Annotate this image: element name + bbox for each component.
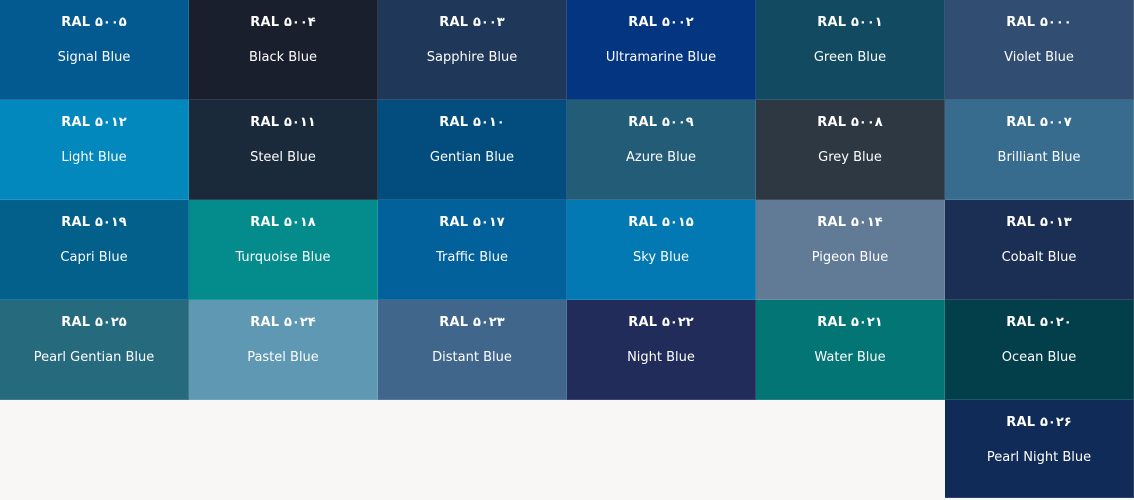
color-swatch[interactable]: RAL ۵۰۲۰ Ocean Blue — [945, 300, 1134, 400]
swatch-code: RAL ۵۰۱۵ — [628, 215, 694, 230]
color-swatch[interactable]: RAL ۵۰۰۸ Grey Blue — [756, 100, 945, 200]
swatch-name: Azure Blue — [626, 150, 696, 165]
swatch-name: Turquoise Blue — [235, 250, 331, 265]
swatch-name: Signal Blue — [57, 50, 131, 65]
swatch-code: RAL ۵۰۰۱ — [817, 15, 883, 30]
swatch-code: RAL ۵۰۲۵ — [61, 315, 127, 330]
swatch-name: Ocean Blue — [1001, 350, 1077, 365]
swatch-name: Steel Blue — [250, 150, 316, 165]
swatch-name: Pigeon Blue — [811, 250, 889, 265]
swatch-name: Light Blue — [61, 150, 127, 165]
swatch-code: RAL ۵۰۱۷ — [439, 215, 505, 230]
swatch-name: Water Blue — [814, 350, 886, 365]
swatch-code: RAL ۵۰۲۶ — [1006, 415, 1072, 430]
swatch-name: Pearl Night Blue — [986, 450, 1092, 465]
color-swatch[interactable]: RAL ۵۰۲۲ Night Blue — [567, 300, 756, 400]
swatch-code: RAL ۵۰۲۱ — [817, 315, 883, 330]
color-swatch[interactable]: RAL ۵۰۰۱ Green Blue — [756, 0, 945, 100]
swatch-name: Pearl Gentian Blue — [33, 350, 155, 365]
swatch-code: RAL ۵۰۰۳ — [439, 15, 505, 30]
swatch-name: Sapphire Blue — [426, 50, 518, 65]
swatch-code: RAL ۵۰۰۰ — [1006, 15, 1072, 30]
color-swatch[interactable]: RAL ۵۰۱۳ Cobalt Blue — [945, 200, 1134, 300]
swatch-name: Night Blue — [627, 350, 695, 365]
color-swatch[interactable]: RAL ۵۰۱۹ Capri Blue — [0, 200, 189, 300]
swatch-name: Capri Blue — [60, 250, 128, 265]
color-swatch[interactable]: RAL ۵۰۰۳ Sapphire Blue — [378, 0, 567, 100]
swatch-code: RAL ۵۰۱۸ — [250, 215, 316, 230]
ral-color-grid: RAL ۵۰۰۵ Signal Blue RAL ۵۰۰۴ Black Blue RAL… — [0, 0, 1134, 500]
swatch-code: RAL ۵۰۱۲ — [61, 115, 127, 130]
swatch-code: RAL ۵۰۰۹ — [628, 115, 694, 130]
color-swatch[interactable]: RAL ۵۰۲۳ Distant Blue — [378, 300, 567, 400]
color-swatch[interactable]: RAL ۵۰۱۰ Gentian Blue — [378, 100, 567, 200]
color-swatch[interactable]: RAL ۵۰۰۲ Ultramarine Blue — [567, 0, 756, 100]
swatch-code: RAL ۵۰۱۱ — [250, 115, 316, 130]
color-swatch[interactable]: RAL ۵۰۰۷ Brilliant Blue — [945, 100, 1134, 200]
swatch-name: Grey Blue — [818, 150, 882, 165]
color-swatch[interactable]: RAL ۵۰۱۲ Light Blue — [0, 100, 189, 200]
color-swatch[interactable]: RAL ۵۰۰۰ Violet Blue — [945, 0, 1134, 100]
swatch-code: RAL ۵۰۰۴ — [250, 15, 316, 30]
swatch-code: RAL ۵۰۲۰ — [1006, 315, 1072, 330]
color-swatch[interactable]: RAL ۵۰۱۵ Sky Blue — [567, 200, 756, 300]
color-swatch[interactable]: RAL ۵۰۲۶ Pearl Night Blue — [945, 400, 1134, 498]
color-swatch[interactable]: RAL ۵۰۰۴ Black Blue — [189, 0, 378, 100]
swatch-name: Gentian Blue — [429, 150, 515, 165]
swatch-name: Ultramarine Blue — [605, 50, 717, 65]
color-swatch[interactable]: RAL ۵۰۲۴ Pastel Blue — [189, 300, 378, 400]
color-swatch[interactable]: RAL ۵۰۱۸ Turquoise Blue — [189, 200, 378, 300]
swatch-code: RAL ۵۰۲۲ — [628, 315, 694, 330]
color-swatch[interactable]: RAL ۵۰۲۵ Pearl Gentian Blue — [0, 300, 189, 400]
swatch-code: RAL ۵۰۱۰ — [439, 115, 505, 130]
color-swatch[interactable]: RAL ۵۰۰۹ Azure Blue — [567, 100, 756, 200]
color-swatch[interactable]: RAL ۵۰۱۴ Pigeon Blue — [756, 200, 945, 300]
swatch-code: RAL ۵۰۲۴ — [250, 315, 316, 330]
swatch-code: RAL ۵۰۱۴ — [817, 215, 883, 230]
swatch-name: Pastel Blue — [247, 350, 319, 365]
swatch-code: RAL ۵۰۰۲ — [628, 15, 694, 30]
swatch-name: Brilliant Blue — [997, 150, 1081, 165]
swatch-name: Black Blue — [248, 50, 318, 65]
color-swatch[interactable]: RAL ۵۰۱۷ Traffic Blue — [378, 200, 567, 300]
swatch-name: Green Blue — [813, 50, 887, 65]
color-swatch[interactable]: RAL ۵۰۱۱ Steel Blue — [189, 100, 378, 200]
swatch-code: RAL ۵۰۰۸ — [817, 115, 883, 130]
color-swatch[interactable]: RAL ۵۰۲۱ Water Blue — [756, 300, 945, 400]
swatch-name: Cobalt Blue — [1001, 250, 1077, 265]
swatch-name: Violet Blue — [1004, 50, 1074, 65]
swatch-code: RAL ۵۰۲۳ — [439, 315, 505, 330]
swatch-name: Distant Blue — [432, 350, 512, 365]
color-swatch[interactable]: RAL ۵۰۰۵ Signal Blue — [0, 0, 189, 100]
swatch-code: RAL ۵۰۰۷ — [1006, 115, 1072, 130]
swatch-code: RAL ۵۰۰۵ — [61, 15, 127, 30]
swatch-code: RAL ۵۰۱۳ — [1006, 215, 1072, 230]
swatch-name: Traffic Blue — [436, 250, 508, 265]
swatch-code: RAL ۵۰۱۹ — [61, 215, 127, 230]
swatch-name: Sky Blue — [633, 250, 689, 265]
